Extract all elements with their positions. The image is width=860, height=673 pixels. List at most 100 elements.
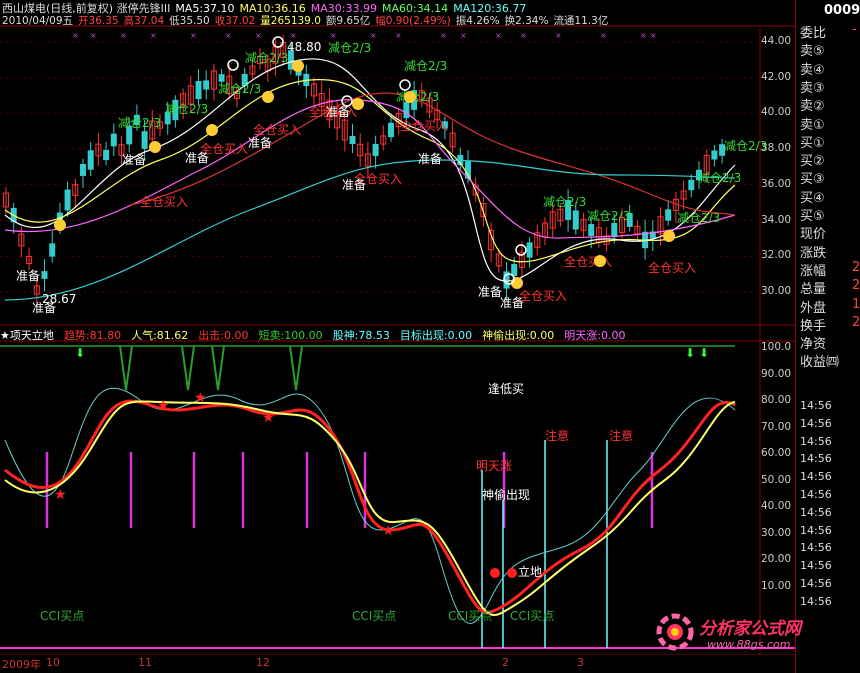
price-tick: 36.00 bbox=[761, 177, 792, 190]
candle bbox=[403, 101, 410, 119]
indicator-annotation: 逢低买 bbox=[488, 382, 524, 396]
money-bag-icon bbox=[404, 91, 416, 103]
candle bbox=[64, 189, 71, 211]
price-annotation: 全仓买入 bbox=[648, 260, 696, 275]
money-bag-icon bbox=[663, 230, 675, 242]
svg-text:×: × bbox=[640, 31, 647, 40]
price-annotation: 准备 bbox=[16, 269, 40, 283]
svg-text:×: × bbox=[555, 31, 562, 40]
candle bbox=[711, 150, 718, 160]
indicator-tick: 100.0 bbox=[761, 341, 792, 353]
down-arrow-icon: ⬇ bbox=[685, 346, 695, 360]
svg-text:×: × bbox=[460, 31, 467, 40]
side-row-label: 总量 bbox=[800, 282, 827, 298]
tick-time: 14:56 bbox=[800, 594, 832, 608]
indicator-tick: 90.00 bbox=[761, 367, 792, 380]
svg-text:×: × bbox=[290, 31, 297, 40]
price-annotation: 48.80 bbox=[287, 40, 321, 54]
red-dot bbox=[507, 568, 517, 578]
date-label: 12 bbox=[256, 656, 270, 669]
side-row-value: 2 bbox=[852, 314, 860, 330]
price-annotation: 准备 bbox=[185, 151, 209, 165]
indicator-tick: 40.00 bbox=[761, 500, 792, 512]
tick-time: 14:56 bbox=[800, 488, 832, 501]
indicator-tick: 70.00 bbox=[761, 420, 792, 433]
price-annotation: 减仓2/3 bbox=[328, 41, 371, 55]
indicator-annotation: 注意 bbox=[609, 428, 633, 443]
tick-time: 14:56 bbox=[800, 470, 832, 484]
watermark-title: 分析家公式网 bbox=[699, 619, 801, 639]
quote-side-panel: 0009 委比 - 卖⑤ 卖④ 卖③ 卖② 卖① 买① 买② 买③ 买④ 买⑤ 现价 涨跌 涨幅 2 总量 2 外盘… bbox=[795, 0, 860, 673]
svg-text:×: × bbox=[72, 31, 79, 40]
stock-code: 0009 bbox=[824, 3, 860, 18]
tick-time: 14:56 bbox=[800, 523, 832, 537]
svg-text:×: × bbox=[600, 31, 607, 40]
price-annotation: 28.67 bbox=[42, 292, 76, 306]
indicator-tick: 20.00 bbox=[761, 553, 792, 565]
side-row-label: 卖③ bbox=[800, 80, 825, 96]
side-row-label: 卖⑤ bbox=[800, 44, 825, 60]
candle bbox=[110, 133, 117, 147]
price-tick: 42.00 bbox=[761, 70, 792, 83]
svg-text:×: × bbox=[650, 31, 657, 40]
date-label: 2 bbox=[502, 656, 509, 669]
side-row-value: 1 bbox=[852, 296, 860, 312]
price-annotation: 准备 bbox=[478, 285, 502, 299]
indicator-annotation: CCI买点 bbox=[448, 609, 492, 623]
candle bbox=[141, 131, 148, 149]
price-annotation: 全仓买入 bbox=[400, 118, 448, 133]
star-icon: ★ bbox=[194, 390, 207, 406]
price-annotation: 全仓买入 bbox=[519, 288, 567, 303]
price-tick: 38.00 bbox=[761, 142, 792, 155]
price-annotation: 减仓2/3 bbox=[245, 51, 288, 65]
price-annotation: 减仓2/3 bbox=[677, 211, 720, 225]
side-row-label: 涨跌 bbox=[800, 245, 827, 261]
candle bbox=[511, 264, 518, 276]
money-bag-icon bbox=[262, 91, 274, 103]
money-bag-icon bbox=[594, 255, 606, 267]
candle bbox=[526, 242, 533, 258]
candle bbox=[688, 179, 695, 191]
price-annotation: 全仓买入 bbox=[140, 194, 188, 209]
ma-line-0 bbox=[4, 58, 736, 282]
watermark-url: www.88gs.com bbox=[707, 638, 791, 651]
indicator-axis: 100.0 90.00 80.00 70.00 60.00 50.00 40.00 30.00… bbox=[761, 340, 795, 640]
side-row-label: 现价 bbox=[800, 227, 827, 243]
price-tick: 34.00 bbox=[761, 213, 792, 226]
indicator-value-0: ★项天立地 bbox=[0, 329, 54, 342]
indicator-annotation: CCI买点 bbox=[510, 609, 554, 623]
sell-dip bbox=[211, 345, 225, 391]
star-icon: ★ bbox=[157, 398, 170, 414]
price-tick: 32.00 bbox=[761, 249, 792, 262]
side-row-label: 外盘 bbox=[800, 300, 827, 316]
price-annotation: 准备 bbox=[418, 152, 442, 166]
side-row-label: 净资 bbox=[800, 337, 827, 353]
svg-text:×: × bbox=[255, 31, 262, 40]
side-row-value: 2 bbox=[852, 259, 860, 275]
watermark-logo: 分析家公式网 www.88gs.com bbox=[655, 610, 801, 655]
candle bbox=[80, 164, 86, 176]
tick-time: 14:56 bbox=[800, 541, 832, 555]
money-bag-icon bbox=[149, 141, 161, 153]
indicator-header: ★项天立地 趋势:81.80 人气:81.62 出击:0.00 短卖:100.00 股神:… bbox=[0, 327, 636, 343]
down-arrow-icon: ⬇ bbox=[699, 346, 709, 360]
indicator-tick: 30.00 bbox=[761, 526, 792, 539]
price-annotation: 准备 bbox=[248, 136, 272, 150]
side-row-value: 2 bbox=[852, 278, 860, 294]
price-annotation: 减仓2/3 bbox=[698, 171, 741, 185]
indicator-annotations: 逢低买明天涨神偷出现 注意 注意立地 CCI买点 CCI买点 CCI买点 CCI买点 bbox=[40, 382, 633, 623]
indicator-value-5: 股神:78.53 bbox=[332, 329, 390, 342]
candle bbox=[41, 271, 48, 279]
money-bag-icon bbox=[54, 219, 66, 231]
price-annotation: 减仓2/3 bbox=[587, 209, 630, 223]
side-row-label: 卖② bbox=[800, 99, 825, 115]
price-annotation: 减仓2/3 bbox=[404, 59, 447, 73]
side-row-label: 买③ bbox=[800, 172, 825, 188]
indicator-annotation: CCI买点 bbox=[352, 609, 396, 623]
side-row-label: 委比 bbox=[800, 26, 827, 41]
candle bbox=[87, 150, 94, 170]
indicator-annotation: 注意 bbox=[545, 428, 569, 443]
price-tick: 30.00 bbox=[761, 284, 792, 297]
price-tick: 40.00 bbox=[761, 106, 792, 119]
price-tick: 44.00 bbox=[761, 35, 792, 47]
